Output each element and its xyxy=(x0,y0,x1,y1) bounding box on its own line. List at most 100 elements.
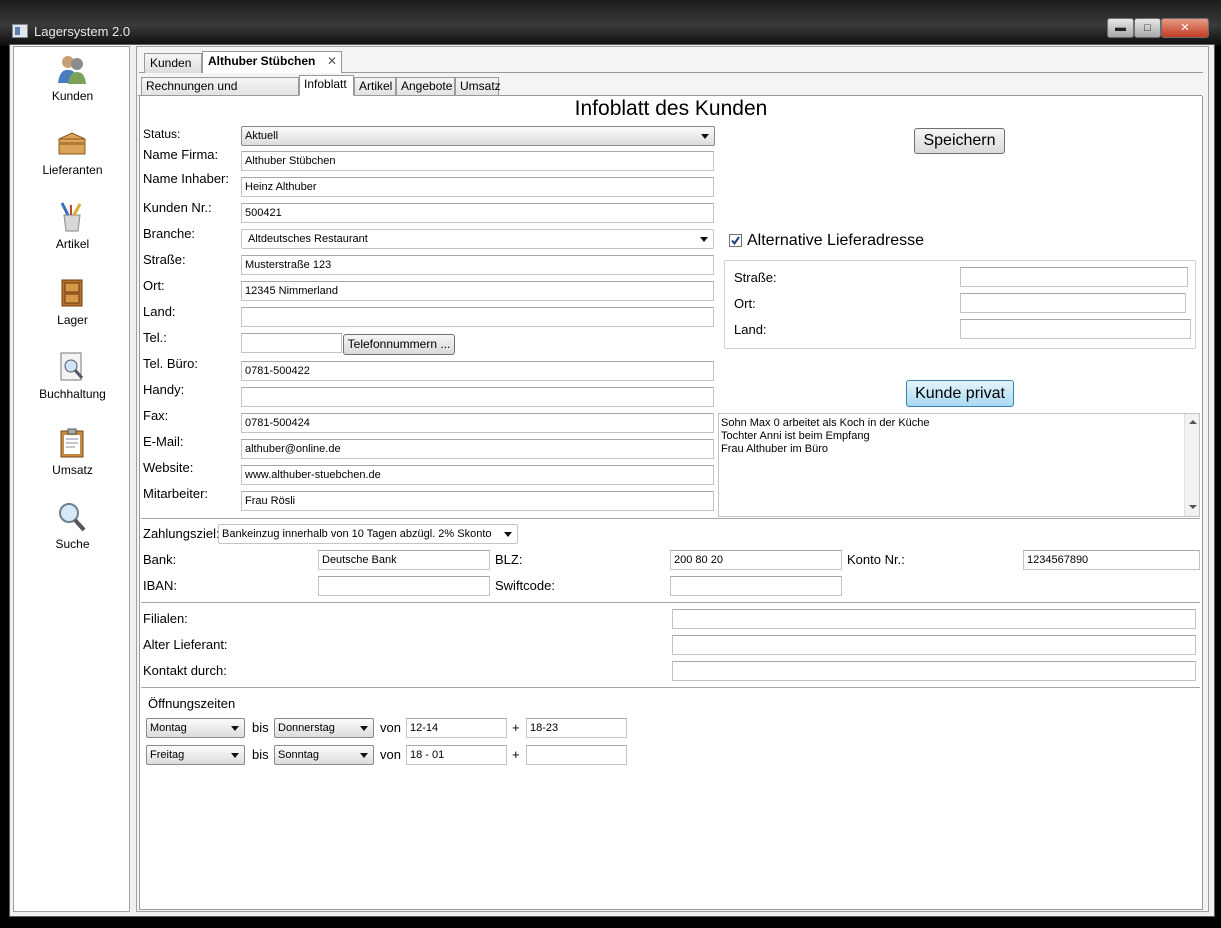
tel-field[interactable] xyxy=(241,333,342,353)
von-label: von xyxy=(380,747,401,762)
alt-ort-field[interactable] xyxy=(960,293,1186,313)
hours-time1-field[interactable]: 18 - 01 xyxy=(406,745,507,765)
hours-from-day-value: Freitag xyxy=(150,749,185,761)
hours-time1-field[interactable]: 12-14 xyxy=(406,718,507,738)
website-label: Website: xyxy=(143,460,194,475)
website-field[interactable]: www.althuber-stuebchen.de xyxy=(241,465,714,485)
kunde-privat-button[interactable]: Kunde privat xyxy=(906,380,1014,407)
konto-field[interactable]: 1234567890 xyxy=(1023,550,1200,570)
kundennr-field[interactable]: 500421 xyxy=(241,203,714,223)
sidebar-item-label: Kunden xyxy=(51,89,94,103)
sidebar-item-lieferanten[interactable]: Lieferanten xyxy=(14,127,131,183)
alt-address-checkbox[interactable] xyxy=(729,234,742,247)
telbuero-field[interactable]: 0781-500422 xyxy=(241,361,714,381)
subtab-infoblatt[interactable]: Infoblatt xyxy=(299,75,354,96)
section-divider xyxy=(141,602,1200,603)
iban-field[interactable] xyxy=(318,576,490,596)
strasse-field[interactable]: Musterstraße 123 xyxy=(241,255,714,275)
sidebar-item-suche[interactable]: Suche xyxy=(14,501,131,557)
hours-from-day-value: Montag xyxy=(150,722,187,734)
zahlungsziel-value: Bankeinzug innerhalb von 10 Tagen abzügl… xyxy=(222,528,492,540)
blz-label: BLZ: xyxy=(495,552,523,567)
blz-field[interactable]: 200 80 20 xyxy=(670,550,842,570)
hours-to-day-value: Sonntag xyxy=(278,749,319,761)
scroll-down-icon[interactable] xyxy=(1189,505,1197,509)
firma-label: Name Firma: xyxy=(143,147,219,162)
bank-field[interactable]: Deutsche Bank xyxy=(318,550,490,570)
alt-strasse-field[interactable] xyxy=(960,267,1188,287)
ort-field[interactable]: 12345 Nimmerland xyxy=(241,281,714,301)
telefonnummern-button[interactable]: Telefonnummern ... xyxy=(343,334,455,355)
kontakt-field[interactable] xyxy=(672,661,1196,681)
sidebar-item-lager[interactable]: Lager xyxy=(14,277,131,333)
firma-field[interactable]: Althuber Stübchen xyxy=(241,151,714,171)
handy-field[interactable] xyxy=(241,387,714,407)
mitarbeiter-field[interactable]: Frau Rösli xyxy=(241,491,714,511)
hours-from-day-select[interactable]: Montag xyxy=(146,718,245,738)
chevron-down-icon xyxy=(231,726,239,731)
notes-textarea[interactable]: Sohn Max 0 arbeitet als Koch in der Küch… xyxy=(718,413,1200,517)
alt-ort-label: Ort: xyxy=(734,296,756,311)
clipboard-icon xyxy=(60,428,84,458)
land-field[interactable] xyxy=(241,307,714,327)
fax-field[interactable]: 0781-500424 xyxy=(241,413,714,433)
strasse-label: Straße: xyxy=(143,252,186,267)
minimize-button[interactable]: ▬ xyxy=(1107,18,1134,38)
bank-label: Bank: xyxy=(143,552,177,567)
notes-scrollbar[interactable] xyxy=(1184,414,1199,516)
notes-line: Tochter Anni ist beim Empfang xyxy=(721,430,870,442)
zahlungsziel-select[interactable]: Bankeinzug innerhalb von 10 Tagen abzügl… xyxy=(218,524,518,544)
chevron-down-icon xyxy=(360,753,368,758)
sidebar-item-kunden[interactable]: Kunden xyxy=(14,51,131,107)
hours-time2-field[interactable]: 18-23 xyxy=(526,718,627,738)
hours-from-day-select[interactable]: Freitag xyxy=(146,745,245,765)
branche-select[interactable]: Altdeutsches Restaurant xyxy=(241,229,714,249)
hours-to-day-select[interactable]: Donnerstag xyxy=(274,718,374,738)
filialen-field[interactable] xyxy=(672,609,1196,629)
section-divider xyxy=(141,687,1200,688)
tab-customer-label: Althuber Stübchen xyxy=(208,54,316,68)
status-label: Status: xyxy=(143,127,181,141)
alter-lieferant-field[interactable] xyxy=(672,635,1196,655)
swift-label: Swiftcode: xyxy=(495,578,555,593)
close-tab-icon[interactable]: ✕ xyxy=(327,52,337,71)
brush-cup-icon xyxy=(60,202,82,232)
subtab-umsatz[interactable]: Umsatz xyxy=(455,77,501,96)
tab-kunden[interactable]: Kunden xyxy=(144,53,202,73)
filialen-label: Filialen: xyxy=(143,611,188,626)
sidebar-item-artikel[interactable]: Artikel xyxy=(14,201,131,257)
status-select[interactable]: Aktuell xyxy=(241,126,715,146)
hours-to-day-select[interactable]: Sonntag xyxy=(274,745,374,765)
mitarbeiter-label: Mitarbeiter: xyxy=(143,486,209,501)
plus-label: + xyxy=(512,747,520,762)
inhaber-label: Name Inhaber: xyxy=(143,171,229,186)
email-label: E-Mail: xyxy=(143,434,184,449)
sidebar-item-label: Lieferanten xyxy=(42,163,103,177)
magnifier-document-icon xyxy=(60,352,84,381)
save-button[interactable]: Speichern xyxy=(914,128,1005,154)
hours-to-day-value: Donnerstag xyxy=(278,722,335,734)
maximize-button[interactable]: □ xyxy=(1134,18,1161,38)
subtab-angebote[interactable]: Angebote xyxy=(396,77,455,96)
notes-line: Sohn Max 0 arbeitet als Koch in der Küch… xyxy=(721,417,930,429)
alt-land-label: Land: xyxy=(734,322,767,337)
alt-land-field[interactable] xyxy=(960,319,1191,339)
bis-label: bis xyxy=(252,720,269,735)
sidebar-item-buchhaltung[interactable]: Buchhaltung xyxy=(14,351,131,407)
window-title: Lagersystem 2.0 xyxy=(34,24,131,39)
subtab-rechnungen[interactable]: Rechnungen und Lieferscheine xyxy=(141,77,299,110)
swift-field[interactable] xyxy=(670,576,842,596)
inhaber-field[interactable]: Heinz Althuber xyxy=(241,177,714,197)
chevron-down-icon xyxy=(360,726,368,731)
telbuero-label: Tel. Büro: xyxy=(143,356,198,371)
sidebar-item-umsatz[interactable]: Umsatz xyxy=(14,427,131,483)
email-field[interactable]: althuber@online.de xyxy=(241,439,714,459)
fax-label: Fax: xyxy=(143,408,169,423)
hours-time2-field[interactable] xyxy=(526,745,627,765)
section-divider xyxy=(141,518,1200,519)
close-window-button[interactable]: ✕ xyxy=(1161,18,1209,38)
tab-customer[interactable]: Althuber Stübchen ✕ xyxy=(202,51,342,73)
plus-label: + xyxy=(512,720,520,735)
scroll-up-icon[interactable] xyxy=(1189,420,1197,424)
subtab-artikel[interactable]: Artikel xyxy=(354,77,396,96)
